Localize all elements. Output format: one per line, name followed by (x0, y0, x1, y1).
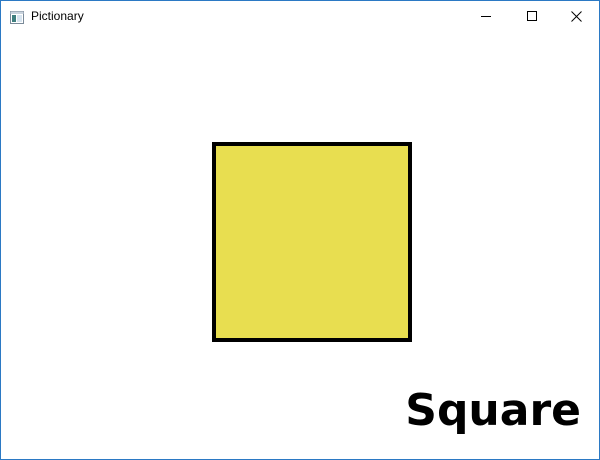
minimize-icon (481, 11, 491, 21)
maximize-button[interactable] (509, 1, 555, 31)
close-button[interactable] (553, 1, 599, 31)
app-window-icon (10, 9, 24, 24)
window-title: Pictionary (31, 9, 84, 23)
yellow-square-shape (212, 142, 412, 342)
drawing-canvas: Square (1, 31, 599, 459)
app-window: Pictionary Square (0, 0, 600, 460)
title-bar[interactable]: Pictionary (1, 1, 599, 31)
shape-name-label: Square (405, 385, 581, 436)
maximize-icon (527, 11, 537, 21)
close-icon (570, 10, 582, 22)
minimize-button[interactable] (463, 1, 509, 31)
